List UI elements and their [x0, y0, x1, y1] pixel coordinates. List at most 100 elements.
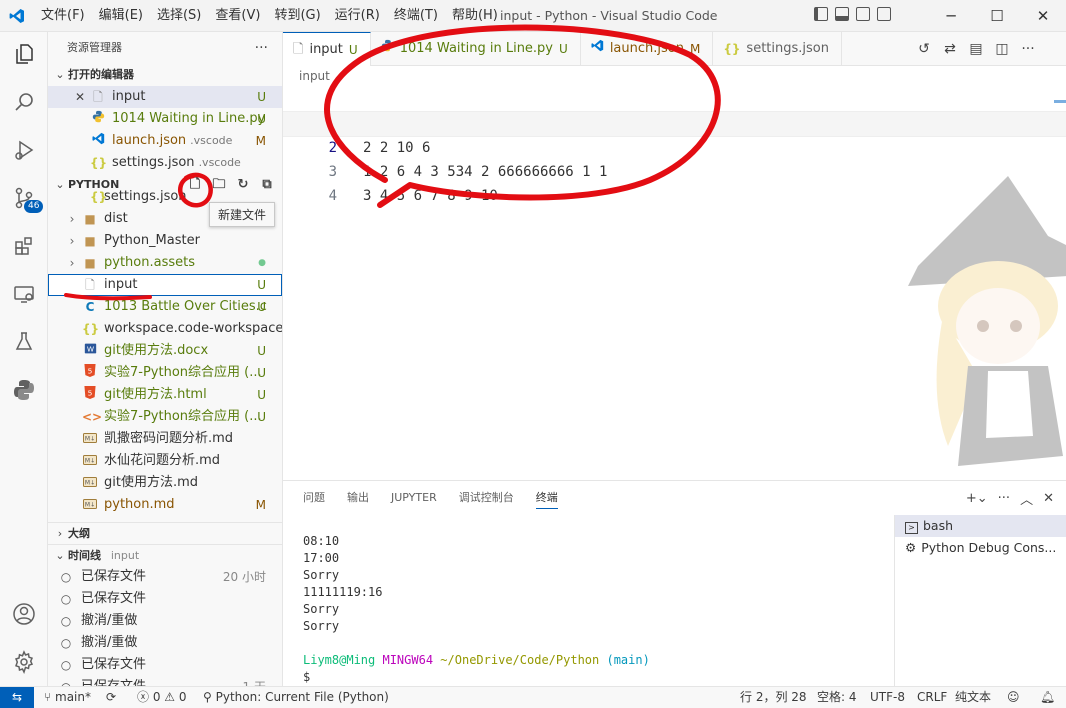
code-line[interactable]: 3 3 4 5 6 7 8 9 10	[283, 136, 1066, 204]
open-editor-item[interactable]: 1014 Waiting in Line.py U	[48, 108, 282, 130]
file-icon: 🗋	[85, 278, 95, 292]
outline-header[interactable]: › 大纲	[48, 522, 282, 544]
breadcrumb[interactable]: input	[283, 66, 1066, 86]
timeline-item[interactable]: ○ 已保存文件	[48, 588, 282, 610]
close-icon[interactable]: ✕	[1020, 0, 1066, 32]
timeline-item[interactable]: ○ 撤消/重做	[48, 610, 282, 632]
notifications-bell-icon[interactable]: 🔔︎	[1040, 687, 1055, 708]
compare-changes-icon[interactable]: ⇄	[942, 41, 958, 57]
language-mode[interactable]: 纯文本	[955, 687, 991, 708]
testing-icon[interactable]	[0, 320, 48, 364]
cursor-position[interactable]: 行 2，列 28	[740, 687, 807, 708]
maximize-icon[interactable]: ☐	[974, 0, 1020, 32]
close-panel-icon[interactable]: ✕	[1043, 491, 1054, 506]
maximize-panel-icon[interactable]: ︿	[1020, 489, 1033, 508]
tab-debug-console[interactable]: 调试控制台	[459, 481, 525, 515]
minimize-icon[interactable]: ─	[928, 0, 974, 32]
menu-run[interactable]: 运行(R)	[328, 0, 387, 32]
tree-item[interactable]: C 1013 Battle Over Cities.c U	[48, 296, 282, 318]
feedback-icon[interactable]: ☺	[1007, 687, 1020, 708]
timeline-header[interactable]: ⌄ 时间线 input	[48, 544, 282, 566]
tab-output[interactable]: 输出	[347, 481, 380, 515]
tree-item[interactable]: M↓ 凯撒密码问题分析.md	[48, 428, 282, 450]
toggle-sidebar-icon[interactable]	[814, 7, 828, 21]
tab-terminal[interactable]: 终端	[535, 481, 569, 515]
tree-item[interactable]: {} workspace.code-workspace	[48, 318, 282, 340]
open-editors-header[interactable]: ⌄ 打开的编辑器	[48, 64, 282, 86]
new-terminal-icon[interactable]: +⌄	[966, 491, 988, 506]
toggle-secondary-sidebar-icon[interactable]	[856, 7, 870, 21]
tree-item[interactable]: › ■ Python_Master	[48, 230, 282, 252]
timeline-item[interactable]: ○ 已保存文件 20 小时	[48, 566, 282, 588]
customize-layout-icon[interactable]	[877, 7, 891, 21]
indentation[interactable]: 空格: 4	[817, 687, 857, 708]
open-editor-item[interactable]: {} settings.json .vscode	[48, 152, 282, 174]
accounts-icon[interactable]	[0, 592, 48, 636]
timeline-item[interactable]: ○ 撤消/重做	[48, 632, 282, 654]
tab-settings-json[interactable]: {} settings.json	[713, 32, 842, 66]
tree-item[interactable]: W git使用方法.docx U	[48, 340, 282, 362]
more-actions-icon[interactable]: ···	[1020, 41, 1036, 57]
encoding[interactable]: UTF-8	[870, 687, 905, 708]
menu-selection[interactable]: 选择(S)	[150, 0, 208, 32]
python-extension-icon[interactable]	[0, 368, 48, 412]
tree-item[interactable]: 5 实验7-Python综合应用 (... U	[48, 362, 282, 384]
source-control-icon[interactable]: 46	[0, 176, 48, 220]
problems-indicator[interactable]: ⓧ 0 ⚠ 0	[137, 687, 187, 708]
menu-terminal[interactable]: 终端(T)	[387, 0, 445, 32]
split-editor-icon[interactable]: ◫	[994, 41, 1010, 57]
tab-input[interactable]: 🗋 input U	[283, 32, 371, 66]
menu-help[interactable]: 帮助(H)	[445, 0, 505, 32]
open-changes-icon[interactable]: ▤	[968, 41, 984, 57]
tab-launch-json[interactable]: launch.json M	[581, 32, 714, 66]
tab-problems[interactable]: 问题	[303, 481, 336, 515]
markdown-icon: M↓	[82, 450, 98, 472]
menu-edit[interactable]: 编辑(E)	[92, 0, 150, 32]
remote-explorer-icon[interactable]	[0, 272, 48, 316]
end-of-line[interactable]: CRLF	[917, 687, 947, 708]
tab-jupyter[interactable]: JUPYTER	[391, 481, 448, 515]
toggle-panel-icon[interactable]	[835, 7, 849, 21]
new-file-tooltip: 新建文件	[209, 202, 276, 227]
tab-waiting-in-line[interactable]: 1014 Waiting in Line.py U	[371, 32, 581, 66]
terminal-output[interactable]: 08:10 17:00 Sorry 11111119:16 Sorry Sorry Liym…	[303, 533, 650, 686]
menu-view[interactable]: 查看(V)	[208, 0, 267, 32]
tree-item[interactable]: M↓ python.md M	[48, 494, 282, 516]
tree-item[interactable]: M↓ git使用方法.md	[48, 472, 282, 494]
timeline-item[interactable]: ○ 已保存文件 1 天	[48, 676, 282, 686]
remote-indicator-icon[interactable]: ⇆	[0, 687, 34, 708]
code-line-current[interactable]: 2 1 2 6 4 3 534 2 666666666 1 1	[283, 111, 1066, 180]
tree-item[interactable]: › ■ python.assets ●	[48, 252, 282, 274]
circle-icon: ○	[60, 636, 72, 650]
code-line[interactable]: 1 2 2 10 6	[283, 88, 1066, 156]
sync-icon[interactable]: ⟳	[106, 687, 116, 708]
more-actions-icon[interactable]: ···	[255, 32, 268, 64]
status-bar: ⇆ ⑂ main* ⟳ ⓧ 0 ⚠ 0 ⚲ Python: Current Fi…	[0, 686, 1066, 708]
open-editor-item[interactable]: launch.json .vscode M	[48, 130, 282, 152]
run-debug-icon[interactable]	[0, 128, 48, 172]
open-editor-item[interactable]: ✕ 🗋 input U	[48, 86, 282, 108]
menu-file[interactable]: 文件(F)	[34, 0, 92, 32]
history-icon[interactable]: ↺	[916, 41, 932, 57]
menu-go[interactable]: 转到(G)	[267, 0, 327, 32]
more-actions-icon[interactable]: ···	[998, 491, 1010, 506]
tree-item-selected[interactable]: 🗋 input U	[48, 274, 282, 296]
folder-icon: ■	[84, 234, 96, 248]
tree-item[interactable]: <> 实验7-Python综合应用 (... U	[48, 406, 282, 428]
terminal-item-bash[interactable]: > bash	[895, 515, 1066, 537]
terminal-icon: >	[905, 522, 918, 534]
branch-indicator[interactable]: ⑂ main*	[44, 687, 91, 708]
timeline-item[interactable]: ○ 已保存文件	[48, 654, 282, 676]
close-editor-icon[interactable]: ✕	[72, 86, 88, 108]
settings-gear-icon[interactable]	[0, 640, 48, 684]
editor-area[interactable]: input 1 2 2 10 6 2 1 2 6 4 3 534 2 66666…	[283, 66, 1066, 480]
extensions-icon[interactable]	[0, 224, 48, 268]
run-config[interactable]: ⚲ Python: Current File (Python)	[203, 687, 389, 708]
explorer-icon[interactable]	[0, 32, 48, 76]
tree-item[interactable]: M↓ 水仙花问题分析.md	[48, 450, 282, 472]
terminal-item-python-debug[interactable]: ⚙ Python Debug Cons...	[895, 537, 1066, 559]
search-icon[interactable]	[0, 80, 48, 124]
activity-bar: 46	[0, 32, 48, 686]
tree-item[interactable]: 5 git使用方法.html U	[48, 384, 282, 406]
file-icon: 🗋	[293, 41, 304, 57]
